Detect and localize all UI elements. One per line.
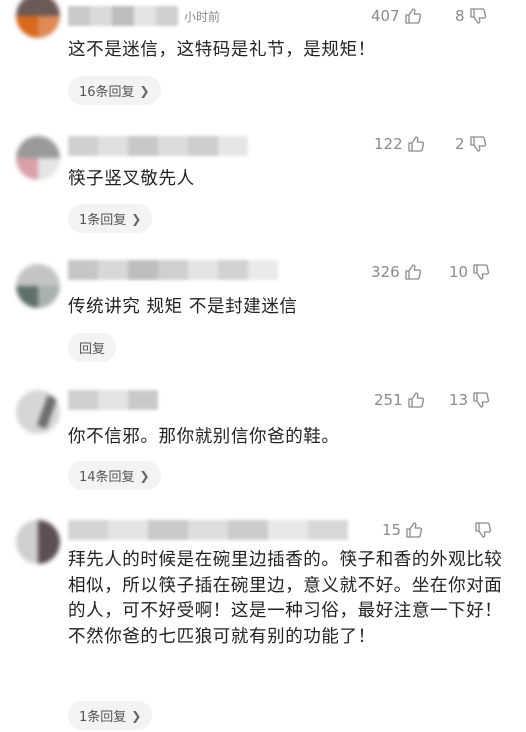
like-count: 407 xyxy=(371,7,400,25)
username-obscured[interactable] xyxy=(68,6,178,26)
replies-label: 16条回复 xyxy=(79,85,135,100)
thumb-down-icon xyxy=(472,391,490,409)
dislike-button[interactable] xyxy=(470,518,492,542)
comment-time: 小时前 xyxy=(184,10,221,24)
avatar[interactable] xyxy=(16,264,60,308)
dislike-button[interactable]: 10 xyxy=(449,260,490,284)
username-obscured[interactable] xyxy=(68,136,248,156)
dislike-count: 13 xyxy=(449,391,469,409)
comment-text: 这不是迷信，这特码是礼节，是规矩！ xyxy=(68,40,376,60)
replies-label: 1条回复 xyxy=(79,710,127,725)
username-obscured[interactable] xyxy=(68,520,348,540)
like-button[interactable]: 15 xyxy=(382,518,423,542)
thumb-up-icon xyxy=(404,7,422,25)
like-count: 122 xyxy=(374,135,403,153)
thumb-up-icon xyxy=(407,391,425,409)
chevron-right-icon: ❯ xyxy=(131,211,142,226)
like-button[interactable]: 251 xyxy=(374,388,425,412)
avatar[interactable] xyxy=(16,136,60,180)
thumb-up-icon xyxy=(404,263,422,281)
avatar[interactable] xyxy=(16,0,60,38)
thumb-up-icon xyxy=(407,135,425,153)
reply-button[interactable]: 回复 xyxy=(68,333,117,362)
dislike-button[interactable]: 2 xyxy=(455,132,487,156)
chevron-right-icon: ❯ xyxy=(139,83,150,98)
thumb-down-icon xyxy=(472,263,490,281)
like-count: 251 xyxy=(374,391,403,409)
dislike-button[interactable]: 13 xyxy=(449,388,490,412)
avatar[interactable] xyxy=(16,520,60,564)
like-button[interactable]: 407 xyxy=(371,4,422,28)
like-button[interactable]: 326 xyxy=(371,260,422,284)
thumb-up-icon xyxy=(405,521,423,539)
like-count: 15 xyxy=(382,521,402,539)
like-button[interactable]: 122 xyxy=(374,132,425,156)
like-count: 326 xyxy=(371,263,400,281)
dislike-button[interactable]: 8 xyxy=(455,4,487,28)
username-obscured[interactable] xyxy=(68,260,278,280)
replies-button[interactable]: 1条回复 ❯ xyxy=(68,701,153,730)
replies-button[interactable]: 16条回复 ❯ xyxy=(68,76,161,105)
thumb-down-icon xyxy=(474,521,492,539)
reply-label: 回复 xyxy=(79,342,106,357)
replies-label: 1条回复 xyxy=(79,213,127,228)
dislike-count: 2 xyxy=(455,135,465,153)
replies-button[interactable]: 1条回复 ❯ xyxy=(68,204,153,233)
chevron-right-icon: ❯ xyxy=(131,708,142,723)
thumb-down-icon xyxy=(469,135,487,153)
dislike-count: 8 xyxy=(455,7,465,25)
chevron-right-icon: ❯ xyxy=(139,468,150,483)
thumb-down-icon xyxy=(469,7,487,25)
username-obscured[interactable] xyxy=(68,390,158,410)
avatar[interactable] xyxy=(16,390,60,434)
comment-text: 拜先人的时候是在碗里边插香的。筷子和香的外观比较相似，所以筷子插在碗里边，意义就… xyxy=(68,550,503,647)
comment-text: 筷子竖叉敬先人 xyxy=(68,169,195,189)
replies-button[interactable]: 14条回复 ❯ xyxy=(68,461,161,490)
comment-text: 你不信邪。那你就别信你爸的鞋。 xyxy=(68,427,340,447)
dislike-count: 10 xyxy=(449,263,469,281)
comment-text: 传统讲究 规矩 不是封建迷信 xyxy=(68,297,298,317)
replies-label: 14条回复 xyxy=(79,470,135,485)
